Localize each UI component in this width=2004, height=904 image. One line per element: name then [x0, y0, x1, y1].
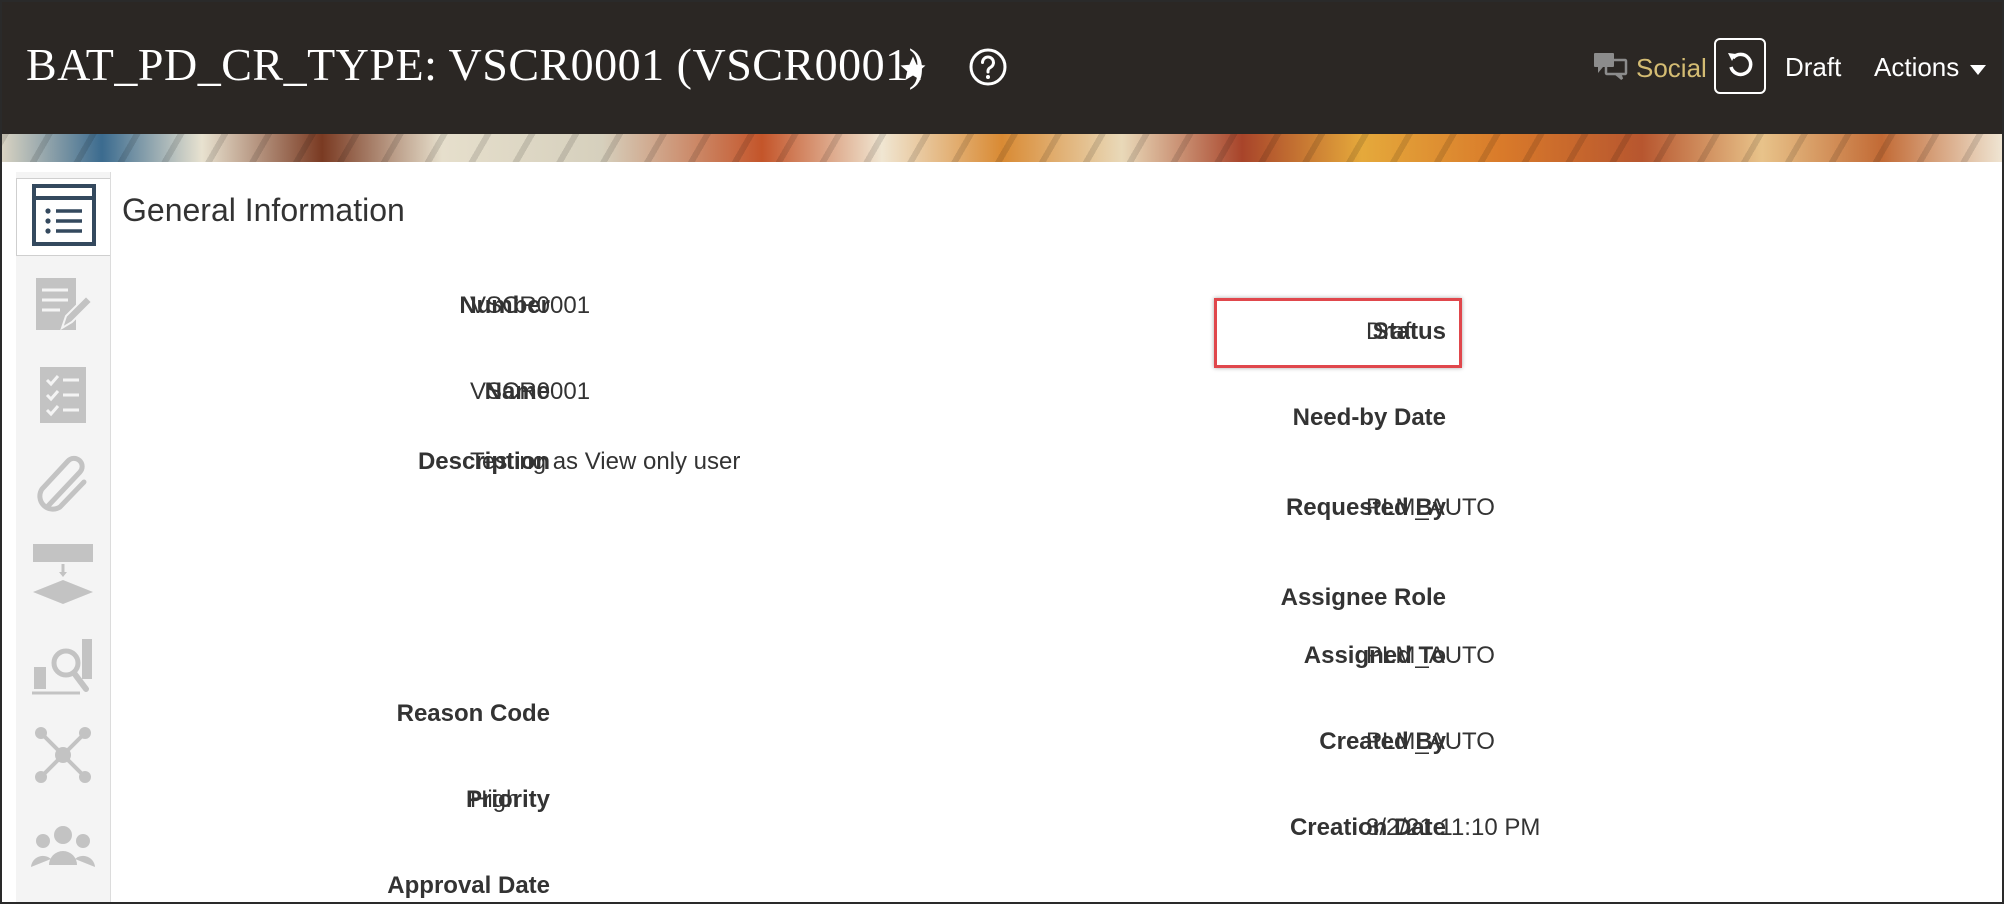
side-navigation: [16, 172, 111, 902]
need-by-date-label: Need-by Date: [1292, 404, 1446, 431]
nav-general-information[interactable]: [16, 178, 110, 256]
page-title: BAT_PD_CR_TYPE: VSCR0001 (VSCR0001): [26, 39, 925, 90]
workflow-icon: [31, 542, 95, 613]
team-icon: [31, 815, 95, 880]
relationships-icon: [33, 725, 93, 790]
help-icon[interactable]: [968, 47, 1008, 92]
nav-workflow[interactable]: [16, 538, 110, 616]
assigned-to-value: PLM_AUTO: [1366, 642, 1495, 669]
chevron-down-icon: [1969, 52, 1987, 83]
approval-date-label: Approval Date: [387, 872, 550, 899]
description-value: Testing as View only user: [470, 448, 741, 475]
nav-team[interactable]: [16, 808, 110, 886]
chat-bubbles-icon: [1592, 50, 1630, 87]
assignee-role-label: Assignee Role: [1280, 584, 1446, 611]
decorative-banner: [2, 134, 2002, 162]
created-by-value: PLM_AUTO: [1366, 728, 1495, 755]
creation-date-value: 3/2/21 11:10 PM: [1366, 814, 1541, 841]
name-value: VSCR0001: [470, 378, 591, 405]
page-header: BAT_PD_CR_TYPE: VSCR0001 (VSCR0001) Soci…: [2, 2, 2002, 134]
requested-by-value: PLM_AUTO: [1366, 494, 1495, 521]
refresh-button[interactable]: [1714, 38, 1766, 94]
nav-attachments[interactable]: [16, 448, 110, 526]
reason-code-label: Reason Code: [396, 700, 550, 727]
number-value: VSCR0001: [470, 292, 591, 319]
impact-analysis-icon: [30, 633, 96, 702]
header-status: Draft: [1785, 52, 1842, 82]
nav-checklist[interactable]: [16, 358, 110, 436]
social-link[interactable]: Social: [1592, 52, 1707, 84]
attachment-icon: [32, 454, 94, 521]
refresh-icon: [1725, 49, 1755, 84]
nav-edit-document[interactable]: [16, 268, 110, 346]
edit-document-icon: [32, 274, 94, 341]
application-window: BAT_PD_CR_TYPE: VSCR0001 (VSCR0001) Soci…: [0, 0, 2004, 904]
general-information-icon: [31, 183, 96, 251]
priority-value: High: [470, 786, 520, 813]
nav-impact-analysis[interactable]: [16, 628, 110, 706]
checklist-icon: [38, 365, 88, 430]
actions-label: Actions: [1874, 52, 1960, 82]
actions-menu[interactable]: Actions: [1874, 52, 1987, 83]
status-value: Draft: [1366, 318, 1419, 345]
social-label: Social: [1636, 52, 1707, 83]
section-title: General Information: [122, 192, 405, 228]
general-information-panel: General Information Number VSCR0001 Name…: [110, 172, 2002, 902]
nav-relationships[interactable]: [16, 718, 110, 796]
star-icon[interactable]: [898, 54, 928, 89]
